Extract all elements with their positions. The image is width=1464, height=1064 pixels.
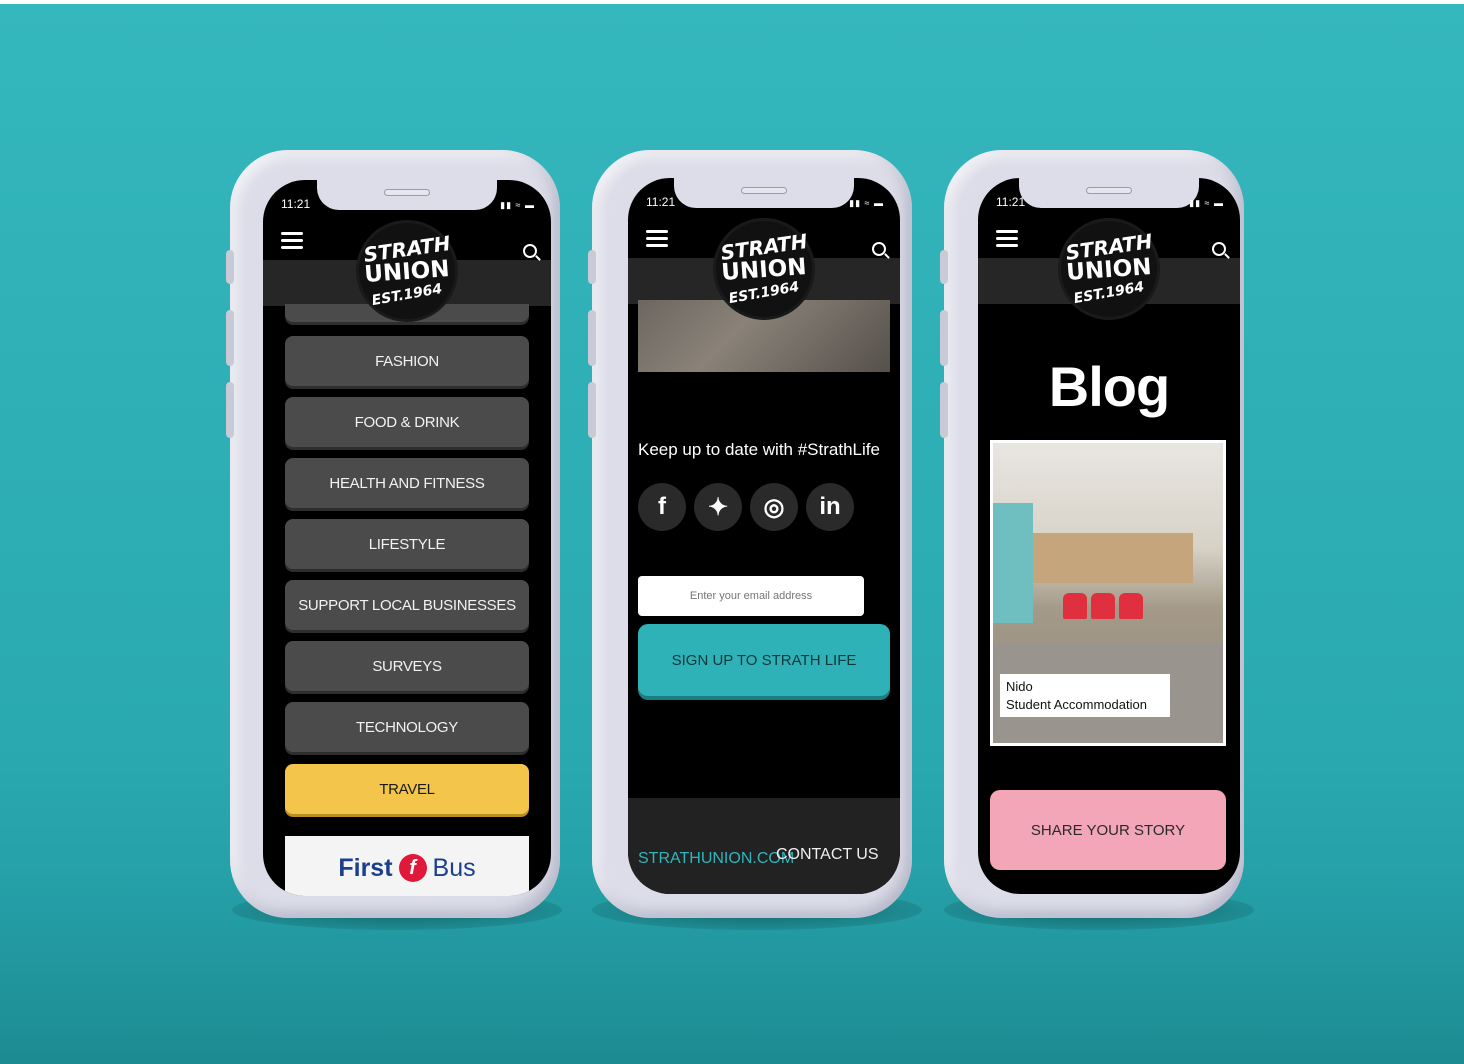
strath-union-logo[interactable]: STRATH UNION EST.1964 <box>713 218 815 320</box>
facebook-icon[interactable]: f <box>638 483 686 531</box>
twitter-icon[interactable]: ✦ <box>694 483 742 531</box>
strath-union-logo[interactable]: STRATH UNION EST.1964 <box>1058 218 1160 320</box>
blog-card-caption: Nido Student Accommodation <box>1000 674 1170 718</box>
speaker <box>741 187 787 194</box>
phone-screen: 11:21 ▮▮ ≈ ▬ STRATH UNION EST.1964 Blog … <box>978 178 1240 894</box>
search-icon[interactable] <box>872 242 886 256</box>
side-button <box>226 310 234 366</box>
instagram-icon[interactable]: ◎ <box>750 483 798 531</box>
strath-union-logo[interactable]: STRATH UNION EST.1964 <box>356 220 458 322</box>
newsletter-tagline: Keep up to date with #StrathLife <box>638 440 880 459</box>
category-button-lifestyle[interactable]: LIFESTYLE <box>285 519 529 569</box>
side-button <box>940 310 948 366</box>
caption-line: Nido <box>1006 679 1033 694</box>
side-button <box>226 250 234 284</box>
first-bus-logo-icon: f <box>398 854 427 882</box>
status-time: 11:21 <box>646 195 676 209</box>
email-field[interactable] <box>638 576 864 616</box>
signal-wifi-battery-icon: ▮▮ ≈ ▬ <box>500 200 535 210</box>
hamburger-menu-icon[interactable] <box>281 232 303 249</box>
category-button-support-local[interactable]: SUPPORT LOCAL BUSINESSES <box>285 580 529 630</box>
signup-button[interactable]: SIGN UP TO STRATH LIFE <box>638 624 890 696</box>
photo-detail <box>1119 593 1143 619</box>
category-button-food-drink[interactable]: FOOD & DRINK <box>285 397 529 447</box>
footer-contact-link[interactable]: CONTACT US <box>776 846 879 864</box>
phone-blog: 11:21 ▮▮ ≈ ▬ STRATH UNION EST.1964 Blog … <box>940 150 1244 918</box>
blog-card[interactable]: Nido Student Accommodation <box>990 440 1226 746</box>
status-time: 11:21 <box>281 197 311 211</box>
category-button-travel[interactable]: TRAVEL <box>285 764 529 814</box>
photo-detail <box>1091 593 1115 619</box>
linkedin-icon[interactable]: in <box>806 483 854 531</box>
phone-screen: 11:21 ▮▮ ≈ ▬ STRATH UNION EST.1964 FASHI… <box>263 180 551 896</box>
photo-detail <box>1033 533 1193 583</box>
share-story-button[interactable]: SHARE YOUR STORY <box>990 790 1226 870</box>
footer: STRATHUNION.COM CONTACT US <box>628 798 900 894</box>
side-button <box>940 382 948 438</box>
photo-detail <box>993 503 1033 623</box>
ad-brand-text: Bus <box>432 853 476 882</box>
signal-wifi-battery-icon: ▮▮ ≈ ▬ <box>849 198 884 208</box>
ad-brand-text: First <box>338 853 393 882</box>
side-button <box>588 310 596 366</box>
side-button <box>588 382 596 438</box>
photo-detail <box>1063 593 1087 619</box>
category-button-technology[interactable]: TECHNOLOGY <box>285 702 529 752</box>
side-button <box>226 382 234 438</box>
speaker <box>384 189 430 196</box>
signal-wifi-battery-icon: ▮▮ ≈ ▬ <box>1189 198 1224 208</box>
side-button <box>588 250 596 284</box>
phone-screen: 11:21 ▮▮ ≈ ▬ STRATH UNION EST.1964 Keep … <box>628 178 900 894</box>
side-button <box>940 250 948 284</box>
page-title: Blog <box>1048 355 1170 418</box>
category-button-fashion[interactable]: FASHION <box>285 336 529 386</box>
caption-line: Student Accommodation <box>1006 696 1147 712</box>
search-icon[interactable] <box>523 244 537 258</box>
speaker <box>1086 187 1132 194</box>
phone-newsletter: 11:21 ▮▮ ≈ ▬ STRATH UNION EST.1964 Keep … <box>588 150 912 918</box>
category-button-surveys[interactable]: SURVEYS <box>285 641 529 691</box>
category-button-health-fitness[interactable]: HEALTH AND FITNESS <box>285 458 529 508</box>
status-time: 11:21 <box>996 195 1026 209</box>
phone-notch <box>317 180 497 210</box>
phone-categories: 11:21 ▮▮ ≈ ▬ STRATH UNION EST.1964 FASHI… <box>226 150 560 918</box>
phone-notch <box>1019 178 1199 208</box>
hamburger-menu-icon[interactable] <box>996 230 1018 247</box>
phone-notch <box>674 178 854 208</box>
footer-site-link[interactable]: STRATHUNION.COM <box>638 850 794 868</box>
search-icon[interactable] <box>1212 242 1226 256</box>
hamburger-menu-icon[interactable] <box>646 230 668 247</box>
first-bus-ad[interactable]: First f Bus <box>285 836 529 896</box>
